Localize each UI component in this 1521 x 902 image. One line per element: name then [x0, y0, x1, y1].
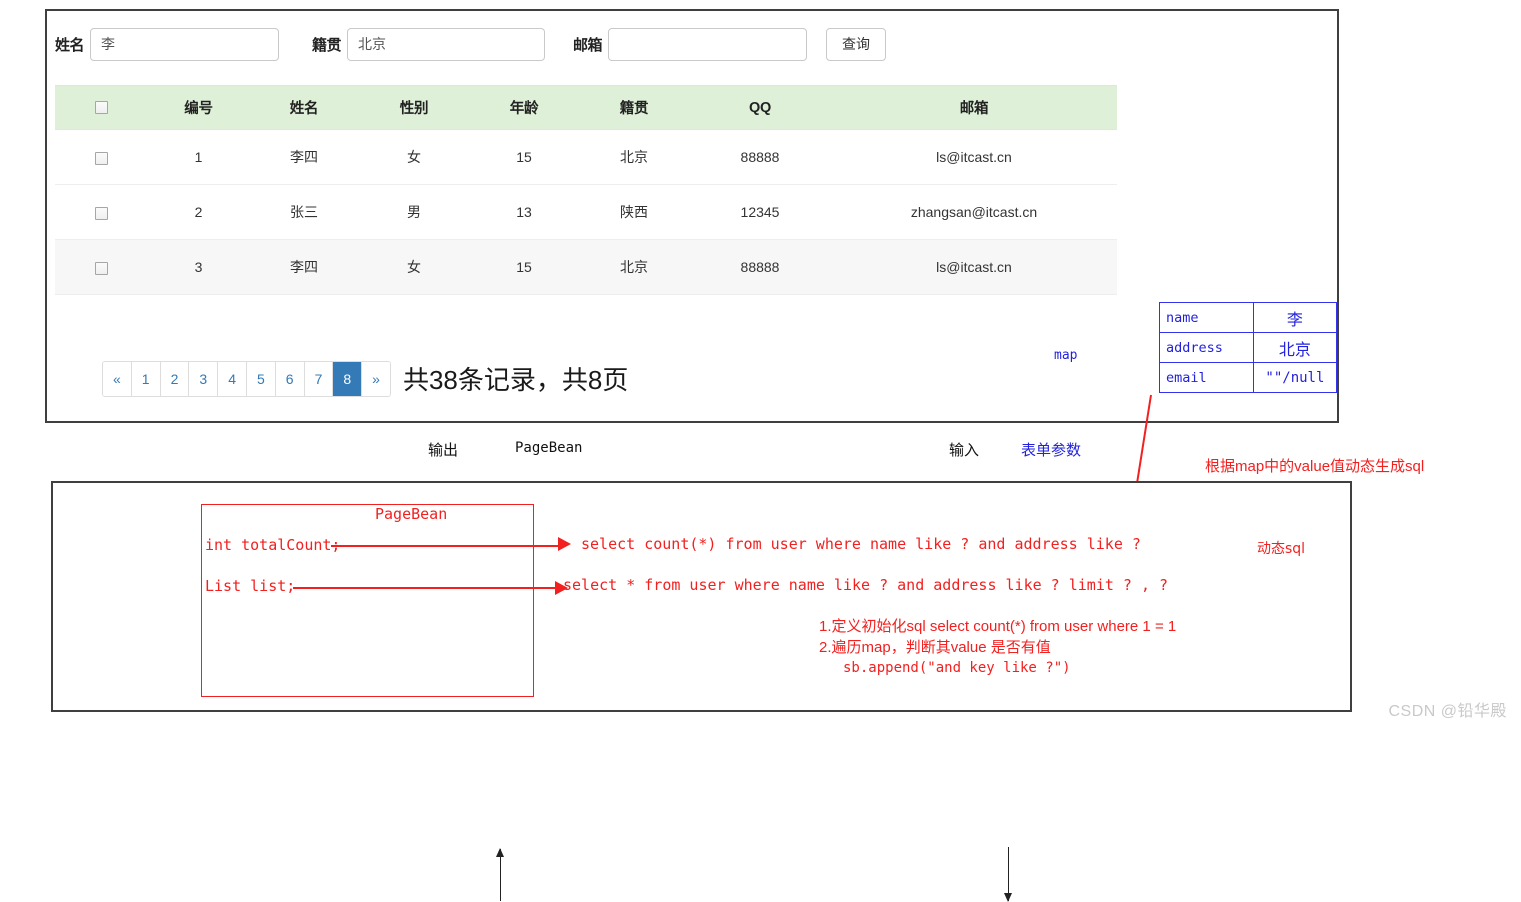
header-sex[interactable]: 性别 — [359, 85, 469, 130]
step-1: 1.定义初始化sql select count(*) from user whe… — [819, 618, 1177, 635]
map-label: map — [1054, 348, 1078, 363]
cell-name: 张三 — [249, 184, 359, 240]
pager-page-4[interactable]: 4 — [218, 361, 247, 396]
select-all-header[interactable] — [55, 85, 148, 130]
cell-origin: 陕西 — [579, 184, 689, 240]
csdn-watermark: CSDN @铅华殿 — [1388, 703, 1507, 720]
map-row: email ""/null — [1159, 362, 1338, 393]
sql-count-statement: select count(*) from user where name lik… — [581, 535, 1141, 553]
pagebean-class-box — [201, 504, 534, 697]
table-header-row: 编号 姓名 性别 年龄 籍贯 QQ 邮箱 — [55, 85, 1117, 130]
cell-origin: 北京 — [579, 239, 689, 295]
select-all-checkbox[interactable] — [95, 101, 108, 115]
dao-layer-panel: int totalCount; List list; PageBean sele… — [51, 481, 1352, 712]
query-button[interactable]: 查询 — [826, 27, 887, 61]
input-label: 输入 — [949, 442, 980, 459]
cell-email: zhangsan@itcast.cn — [831, 184, 1117, 240]
output-value: PageBean — [515, 440, 583, 456]
step-2: 2.遍历map，判断其value 是否有值 — [819, 639, 1051, 656]
row-checkbox[interactable] — [95, 206, 108, 220]
map-value-address: 北京 — [1252, 332, 1338, 363]
pager-page-7[interactable]: 7 — [304, 361, 334, 396]
pager-page-2[interactable]: 2 — [160, 361, 190, 396]
pager-page-6[interactable]: 6 — [275, 361, 305, 396]
cell-id: 2 — [148, 184, 249, 240]
pagination: « 1 2 3 4 5 6 7 8 » 共38条记录，共8页 — [102, 360, 628, 397]
pager-page-1[interactable]: 1 — [131, 361, 161, 396]
header-id[interactable]: 编号 — [148, 85, 249, 130]
cell-id: 1 — [148, 129, 249, 185]
row-checkbox-cell[interactable] — [55, 239, 148, 295]
cell-name: 李四 — [249, 239, 359, 295]
output-label: 输出 — [428, 442, 459, 459]
arrowhead-totalcount-icon — [558, 537, 571, 551]
pager-next[interactable]: » — [362, 361, 390, 396]
map-table: name 李 address 北京 email ""/null — [1159, 302, 1338, 393]
cell-sex: 女 — [359, 239, 469, 295]
cell-email: ls@itcast.cn — [831, 239, 1117, 295]
dynamic-sql-label: 动态sql — [1257, 541, 1306, 557]
cell-qq: 12345 — [689, 184, 831, 240]
dynamic-sql-steps: 1.定义初始化sql select count(*) from user whe… — [819, 616, 1176, 679]
cell-age: 15 — [469, 129, 579, 185]
email-field-label: 邮箱 — [573, 36, 603, 54]
cell-sex: 男 — [359, 184, 469, 240]
header-age[interactable]: 年龄 — [469, 85, 579, 130]
header-origin[interactable]: 籍贯 — [579, 85, 689, 130]
dynamic-sql-from-map-note: 根据map中的value值动态生成sql — [1205, 458, 1425, 475]
search-name-input[interactable] — [90, 27, 280, 61]
table-row: 3 李四 女 15 北京 88888 ls@itcast.cn — [55, 239, 1117, 295]
row-checkbox-cell[interactable] — [55, 184, 148, 240]
header-qq[interactable]: QQ — [689, 85, 831, 130]
cell-name: 李四 — [249, 129, 359, 185]
field-totalcount: int totalCount; — [205, 536, 341, 554]
pager-controls: « 1 2 3 4 5 6 7 8 » — [102, 360, 391, 397]
table-row: 1 李四 女 15 北京 88888 ls@itcast.cn — [55, 129, 1117, 185]
map-value-name: 李 — [1252, 302, 1338, 333]
row-checkbox[interactable] — [95, 261, 108, 275]
map-row: name 李 — [1159, 302, 1338, 333]
row-checkbox[interactable] — [95, 151, 108, 165]
cell-age: 13 — [469, 184, 579, 240]
header-email[interactable]: 邮箱 — [831, 85, 1117, 130]
search-origin-input[interactable] — [347, 27, 546, 61]
step-2-sub: sb.append("and key like ?") — [843, 660, 1071, 676]
row-checkbox-cell[interactable] — [55, 129, 148, 185]
map-value-email: ""/null — [1252, 362, 1338, 393]
user-data-table: 编号 姓名 性别 年龄 籍贯 QQ 邮箱 1 李四 女 15 北京 88888 … — [55, 85, 1117, 295]
leader-line-totalcount — [331, 545, 563, 547]
search-form: 姓名 籍贯 邮箱 查询 — [55, 23, 887, 65]
results-page-panel: 姓名 籍贯 邮箱 查询 编号 姓名 性别 年龄 籍贯 QQ 邮箱 — [45, 9, 1339, 423]
cell-id: 3 — [148, 239, 249, 295]
input-value: 表单参数 — [1021, 442, 1082, 459]
map-row: address 北京 — [1159, 332, 1338, 363]
pager-page-3[interactable]: 3 — [189, 361, 219, 396]
pager-prev[interactable]: « — [103, 361, 132, 396]
header-name[interactable]: 姓名 — [249, 85, 359, 130]
cell-age: 15 — [469, 239, 579, 295]
map-key-address: address — [1159, 332, 1254, 363]
map-key-name: name — [1159, 302, 1254, 333]
output-arrow-icon — [496, 848, 504, 901]
input-arrow-icon — [1004, 847, 1012, 902]
field-list: List list; — [205, 577, 296, 595]
name-field-label: 姓名 — [55, 36, 85, 54]
sql-select-statement: select * from user where name like ? and… — [563, 576, 1169, 594]
pager-page-8[interactable]: 8 — [333, 361, 363, 396]
pager-page-5[interactable]: 5 — [246, 361, 276, 396]
cell-sex: 女 — [359, 129, 469, 185]
cell-qq: 88888 — [689, 239, 831, 295]
pagebean-label: PageBean — [375, 505, 448, 523]
cell-origin: 北京 — [579, 129, 689, 185]
cell-qq: 88888 — [689, 129, 831, 185]
search-email-input[interactable] — [608, 27, 808, 61]
leader-line-list — [293, 587, 561, 589]
record-count-summary: 共38条记录，共8页 — [402, 365, 629, 395]
map-key-email: email — [1159, 362, 1254, 393]
origin-field-label: 籍贯 — [312, 36, 342, 54]
cell-email: ls@itcast.cn — [831, 129, 1117, 185]
table-row: 2 张三 男 13 陕西 12345 zhangsan@itcast.cn — [55, 184, 1117, 240]
